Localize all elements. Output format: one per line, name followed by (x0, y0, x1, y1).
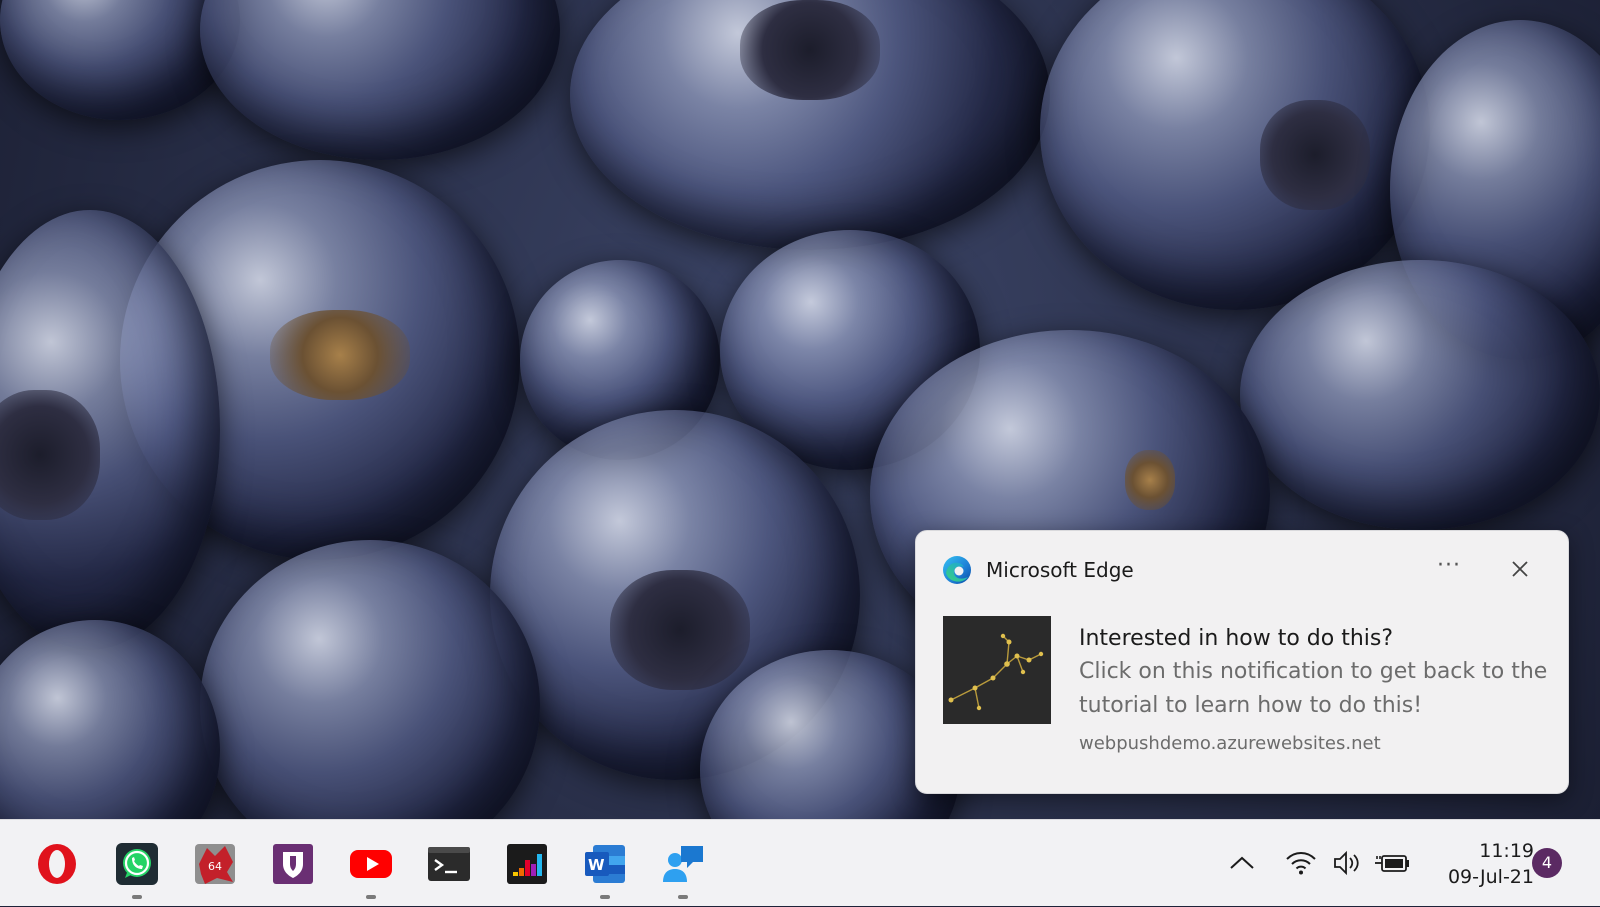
show-hidden-icons-button[interactable] (1225, 846, 1259, 880)
speaker-icon (1334, 850, 1359, 876)
terminal-icon (427, 842, 471, 886)
toast-header: Microsoft Edge (942, 555, 1134, 585)
taskbar-app-deezer[interactable] (497, 820, 557, 907)
running-indicator (600, 895, 610, 899)
taskbar-app-whatsapp[interactable] (107, 820, 167, 907)
constellation-image (943, 616, 1051, 724)
chevron-up-icon (1230, 856, 1254, 869)
clock-button[interactable]: 11:19 09-Jul-21 (1428, 838, 1534, 890)
wallpaper-berry (1240, 260, 1600, 530)
wifi-icon (1286, 852, 1316, 875)
taskbar-app-feedback-hub[interactable] (653, 820, 713, 907)
toast-app-name: Microsoft Edge (986, 558, 1134, 582)
volume-button[interactable] (1330, 846, 1364, 880)
taskbar-app-youtube[interactable] (341, 820, 401, 907)
whatsapp-icon (115, 842, 159, 886)
clock-time: 11:19 (1479, 840, 1534, 862)
battery-plug-icon (1375, 855, 1409, 872)
toast-body: Interested in how to do this? Click on t… (1079, 623, 1549, 754)
toast-more-options-button[interactable]: ··· (1430, 551, 1468, 585)
deezer-icon (505, 842, 549, 886)
taskbar-app-word[interactable]: W (575, 820, 635, 907)
toast-close-button[interactable] (1502, 551, 1538, 587)
edge-icon (942, 555, 972, 585)
clock-date: 09-Jul-21 (1447, 866, 1534, 888)
toast-title: Interested in how to do this? (1079, 626, 1394, 651)
svg-text:W: W (588, 856, 605, 874)
taskbar-app-aida64[interactable]: 64 (185, 820, 245, 907)
wallpaper-berry (1040, 0, 1430, 310)
wallpaper-berry (200, 0, 560, 160)
running-indicator (678, 895, 688, 899)
feedback-hub-icon (661, 842, 705, 886)
network-button[interactable] (1283, 846, 1319, 880)
bitwarden-icon (271, 842, 315, 886)
running-indicator (132, 895, 142, 899)
wallpaper-berry (0, 620, 220, 819)
taskbar: 64 W 11:19 09-Jul-21 (0, 819, 1600, 906)
opera-icon (35, 842, 79, 886)
power-button[interactable] (1372, 846, 1412, 880)
running-indicator (366, 895, 376, 899)
edge-notification-toast[interactable]: Microsoft Edge ··· Interested in how to … (915, 530, 1569, 794)
notification-center-badge[interactable]: 4 (1532, 848, 1562, 878)
taskbar-app-bitwarden[interactable] (263, 820, 323, 907)
svg-text:64: 64 (208, 860, 222, 873)
wallpaper-berry (200, 540, 540, 819)
toast-source-url: webpushdemo.azurewebsites.net (1079, 733, 1381, 754)
toast-message: Click on this notification to get back t… (1079, 659, 1548, 718)
word-icon: W (583, 842, 627, 886)
taskbar-app-terminal[interactable] (419, 820, 479, 907)
youtube-icon (349, 842, 393, 886)
wallpaper-berry (570, 0, 1050, 250)
aida64-icon: 64 (193, 842, 237, 886)
close-icon (1512, 561, 1528, 577)
taskbar-app-opera[interactable] (27, 820, 87, 907)
